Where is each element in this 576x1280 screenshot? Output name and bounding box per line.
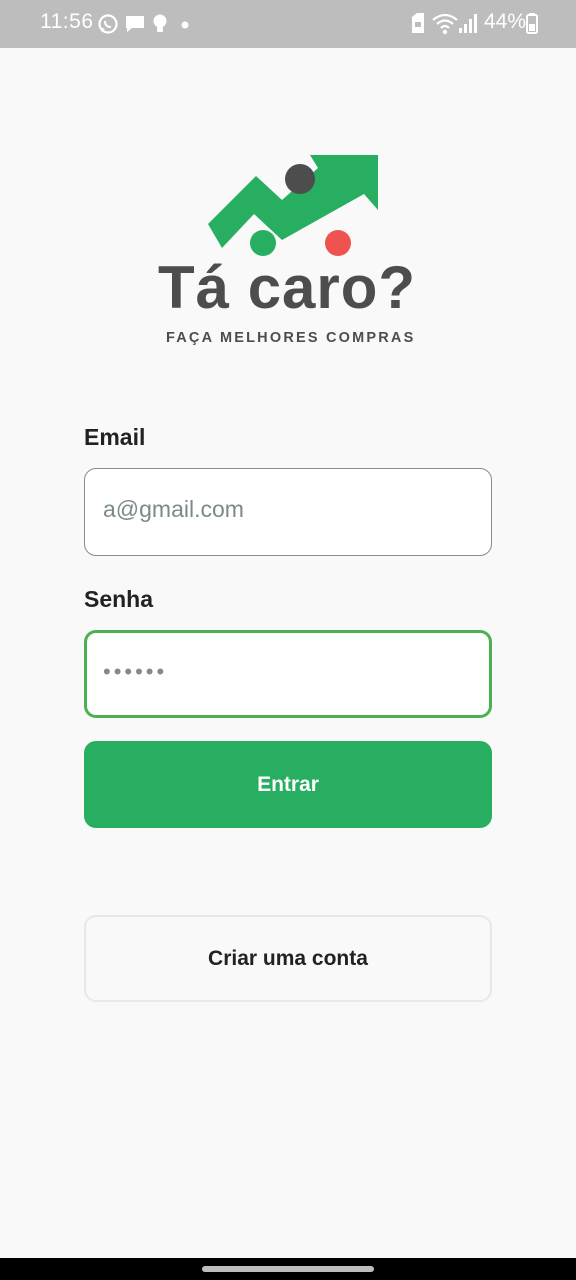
home-indicator[interactable]	[202, 1266, 374, 1272]
email-value: a@gmail.com	[103, 496, 244, 522]
message-icon	[126, 16, 144, 32]
battery-percentage: 44%	[484, 10, 527, 33]
login-button[interactable]: Entrar	[84, 741, 492, 828]
create-account-button[interactable]: Criar uma conta	[84, 915, 492, 1002]
password-label: Senha	[84, 586, 154, 612]
sim-lock-icon	[412, 13, 424, 33]
lightbulb-icon	[153, 14, 167, 32]
password-field[interactable]: ••••••	[84, 630, 492, 718]
navigation-bar	[0, 1258, 576, 1280]
gray-dot-icon	[285, 164, 315, 194]
login-button-label: Entrar	[257, 772, 319, 796]
status-bar: 11:56 44%	[0, 0, 576, 48]
dot-icon	[181, 21, 189, 29]
brand-name: Tá caro?	[158, 254, 417, 321]
create-account-button-label: Criar uma conta	[208, 946, 368, 970]
red-dot-icon	[325, 230, 351, 256]
email-label: Email	[84, 424, 146, 450]
whatsapp-icon	[98, 14, 118, 34]
signal-icon	[459, 14, 477, 33]
wifi-icon	[432, 13, 458, 35]
brand-tagline: FAÇA MELHORES COMPRAS	[166, 330, 416, 346]
email-field[interactable]: a@gmail.com	[84, 468, 492, 556]
brand-logo-icon	[208, 155, 378, 256]
status-time: 11:56	[40, 10, 94, 33]
battery-icon	[526, 13, 538, 34]
green-dot-icon	[250, 230, 276, 256]
password-value: ••••••	[103, 659, 168, 684]
